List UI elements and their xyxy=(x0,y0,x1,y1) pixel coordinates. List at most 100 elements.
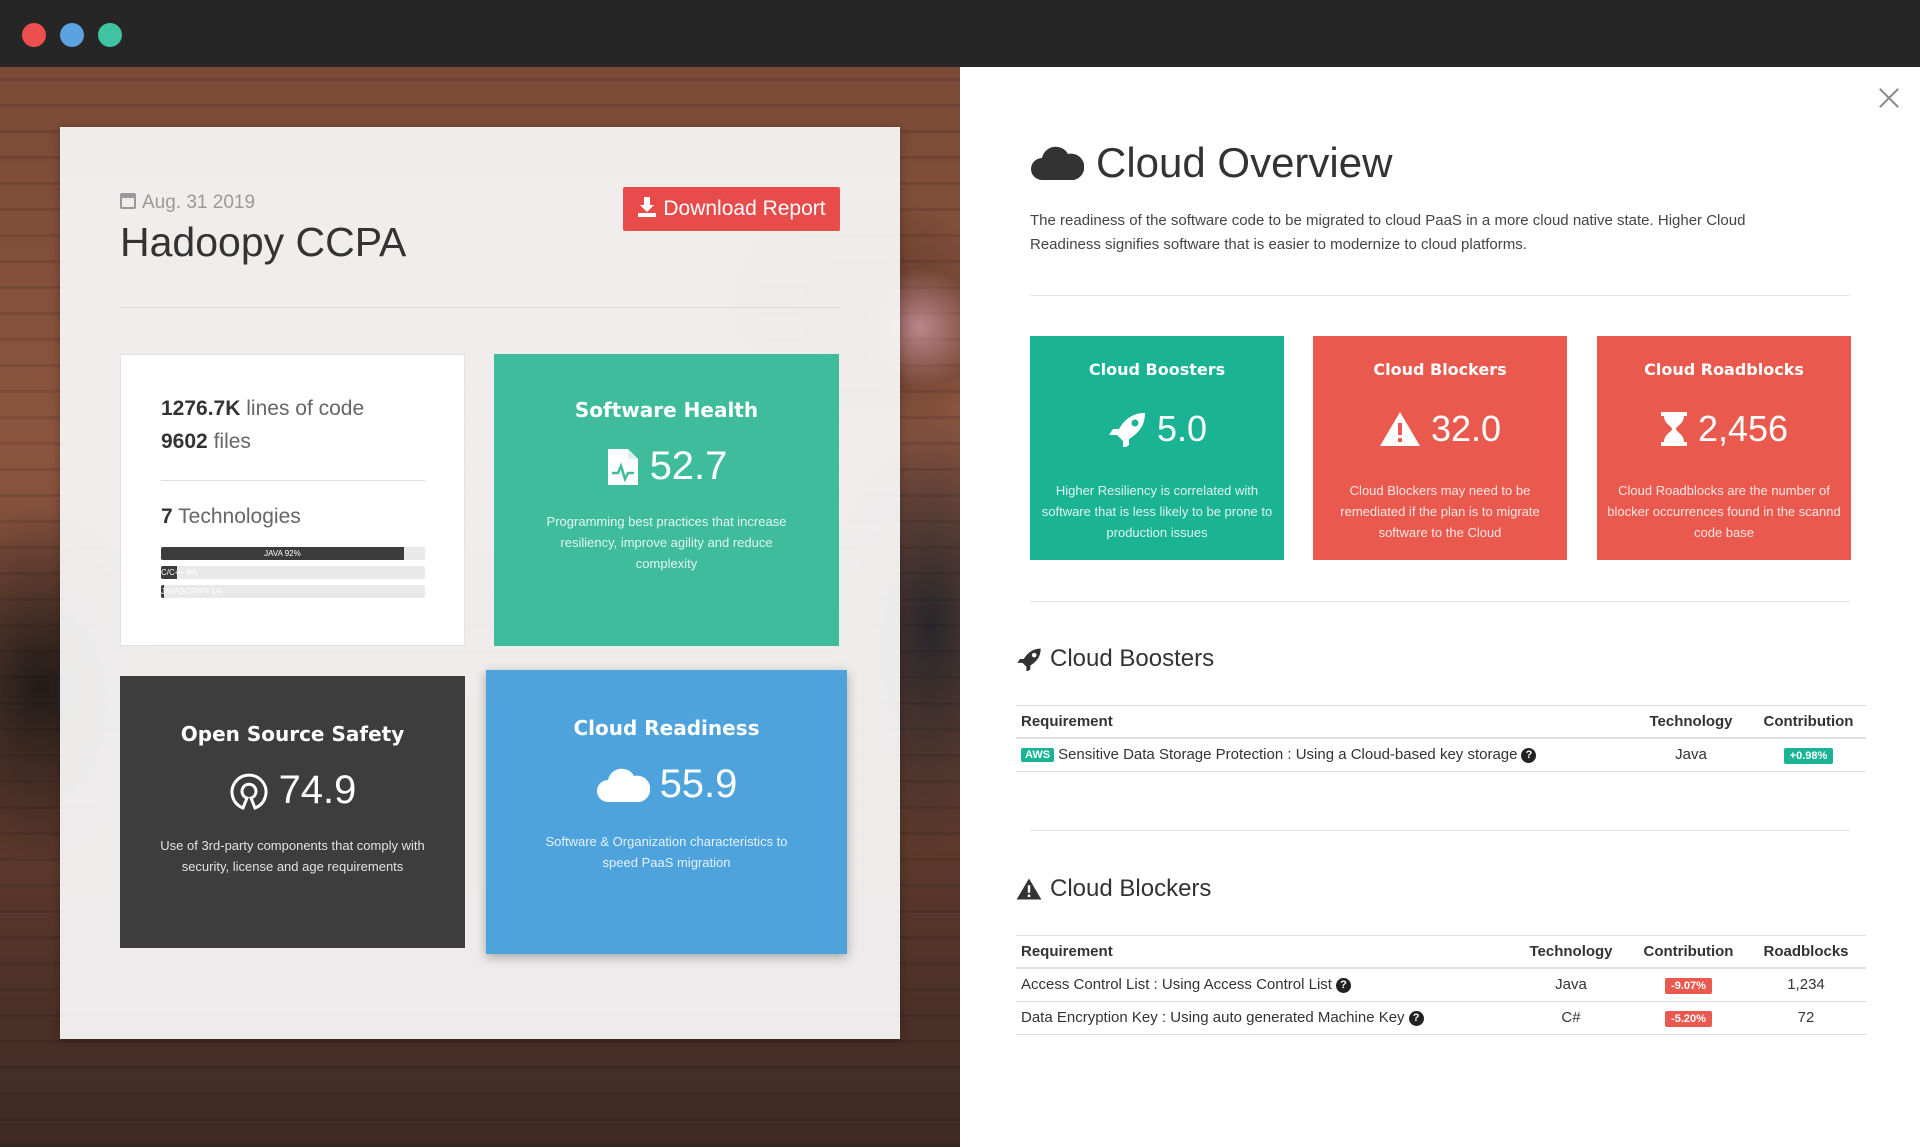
cloud-boosters-card[interactable]: Cloud Boosters 5.0 Higher Resiliency is … xyxy=(1030,336,1284,560)
cloud-blockers-card-description: Cloud Blockers may need to be remediated… xyxy=(1340,483,1540,540)
section-divider xyxy=(1030,830,1850,831)
download-report-button[interactable]: Download Report xyxy=(623,187,840,231)
lines-of-code-value: 1276.7K xyxy=(161,397,241,420)
warning-icon xyxy=(1016,878,1042,900)
technology-bar-cpp: C/C++ 6% xyxy=(161,566,425,579)
cloud-blockers-heading: Cloud Blockers xyxy=(1016,875,1211,903)
column-header-contribution: Contribution xyxy=(1631,935,1746,969)
table-row[interactable]: AWS Sensitive Data Storage Protection : U… xyxy=(1016,738,1866,772)
report-date: Aug. 31 2019 xyxy=(120,192,255,214)
cloud-boosters-card-title: Cloud Boosters xyxy=(1088,360,1226,379)
roadblocks-cell: 72 xyxy=(1746,1001,1866,1035)
roadblocks-cell: 1,234 xyxy=(1746,968,1866,1002)
cloud-roadblocks-card-score: 2,456 xyxy=(1597,408,1851,450)
contribution-badge: -9.07% xyxy=(1665,977,1712,994)
cloud-blockers-card[interactable]: Cloud Blockers 32.0 Cloud Blockers may n… xyxy=(1313,336,1567,560)
cloud-overview-heading: Cloud Overview xyxy=(1030,139,1392,187)
contribution-badge: +0.98% xyxy=(1783,747,1834,764)
aws-badge: AWS xyxy=(1021,748,1055,763)
cloud-readiness-value: 55.9 xyxy=(659,762,738,806)
contribution-badge: -5.20% xyxy=(1665,1010,1712,1027)
requirement-text: Sensitive Data Storage Protection : Usin… xyxy=(1058,746,1518,764)
open-source-safety-tile[interactable]: Open Source Safety 74.9 Use of 3rd-party… xyxy=(120,676,465,948)
open-source-safety-score: 74.9 xyxy=(120,768,465,813)
column-header-roadblocks: Roadblocks xyxy=(1746,935,1866,969)
window-close-button[interactable] xyxy=(22,23,46,47)
cloud-boosters-heading: Cloud Boosters xyxy=(1016,645,1214,673)
software-health-tile[interactable]: Software Health 52.7 Programming best pr… xyxy=(494,354,839,646)
cloud-roadblocks-card-value: 2,456 xyxy=(1697,408,1789,449)
software-health-description: Programming best practices that increase… xyxy=(546,514,787,571)
report-card: Aug. 31 2019 Hadoopy CCPA Download Repor… xyxy=(60,127,900,1039)
technology-bar-fill: JAVA 92% xyxy=(161,547,404,560)
cloud-icon xyxy=(596,768,650,802)
lines-of-code: 1276.7K lines of code xyxy=(161,397,364,421)
window-titlebar xyxy=(0,0,1920,67)
download-icon xyxy=(638,197,657,217)
software-health-score: 52.7 xyxy=(494,444,839,489)
open-source-safety-value: 74.9 xyxy=(278,768,357,812)
cloud-blockers-card-value: 32.0 xyxy=(1430,408,1502,449)
software-health-value: 52.7 xyxy=(649,444,728,488)
column-header-requirement: Requirement xyxy=(1016,935,1511,969)
technology-cell: Java xyxy=(1631,738,1751,772)
software-health-title: Software Health xyxy=(574,398,759,422)
window-zoom-button[interactable] xyxy=(98,23,122,47)
cloud-roadblocks-card[interactable]: Cloud Roadblocks 2,456 Cloud Roadblocks … xyxy=(1597,336,1851,560)
contribution-cell: -9.07% xyxy=(1631,968,1746,1002)
column-header-contribution: Contribution xyxy=(1751,705,1866,739)
rocket-icon xyxy=(1108,413,1145,447)
cloud-overview-title: Cloud Overview xyxy=(1096,139,1393,186)
report-title: Hadoopy CCPA xyxy=(120,219,407,265)
help-icon[interactable]: ? xyxy=(1521,748,1537,764)
cloud-blockers-table: Requirement Technology Contribution Road… xyxy=(1016,935,1866,1035)
lines-of-code-label: lines of code xyxy=(246,397,365,420)
open-source-safety-description: Use of 3rd-party components that comply … xyxy=(160,838,425,874)
contribution-cell: +0.98% xyxy=(1751,738,1866,772)
cloud-icon xyxy=(1031,146,1084,180)
requirement-cell: AWS Sensitive Data Storage Protection : U… xyxy=(1016,738,1631,772)
technology-bar-java: JAVA 92% xyxy=(161,547,425,560)
cloud-boosters-card-value: 5.0 xyxy=(1156,408,1208,449)
files-count-value: 9602 xyxy=(161,430,208,453)
column-header-technology: Technology xyxy=(1631,705,1751,739)
open-source-icon xyxy=(230,773,268,810)
technologies-count-value: 7 xyxy=(161,505,173,528)
technology-bar-javascript: JAVASCRIPT 1% xyxy=(161,585,425,598)
section-divider xyxy=(1030,601,1850,602)
cloud-boosters-table: Requirement Technology Contribution AWS S… xyxy=(1016,705,1866,772)
rocket-icon xyxy=(1017,648,1041,671)
cloud-readiness-score: 55.9 xyxy=(486,762,847,807)
cloud-readiness-title: Cloud Readiness xyxy=(573,716,760,740)
cloud-blockers-card-score: 32.0 xyxy=(1313,408,1567,450)
code-stats-tile: 1276.7K lines of code 9602 files 7 Techn… xyxy=(120,354,465,646)
table-row[interactable]: Access Control List : Using Access Contr… xyxy=(1016,968,1866,1002)
contribution-cell: -5.20% xyxy=(1631,1001,1746,1035)
card-divider xyxy=(120,307,840,308)
cloud-readiness-description: Software & Organization characteristics … xyxy=(545,834,788,870)
window-minimize-button[interactable] xyxy=(60,23,84,47)
cloud-roadblocks-card-description: Cloud Roadblocks are the number of block… xyxy=(1607,483,1841,540)
technology-bar-fill: C/C++ 6% xyxy=(161,566,198,579)
table-row[interactable]: Data Encryption Key : Using auto generat… xyxy=(1016,1001,1866,1035)
file-medical-icon xyxy=(607,448,638,485)
technology-cell: Java xyxy=(1511,968,1631,1002)
section-divider xyxy=(1030,295,1850,296)
files-count: 9602 files xyxy=(161,430,251,454)
report-date-text: Aug. 31 2019 xyxy=(142,192,256,213)
warning-icon xyxy=(1379,412,1420,446)
cloud-roadblocks-card-title: Cloud Roadblocks xyxy=(1644,360,1804,379)
cloud-blockers-heading-text: Cloud Blockers xyxy=(1050,875,1212,902)
help-icon[interactable]: ? xyxy=(1335,978,1351,994)
cloud-overview-panel: Cloud Overview The readiness of the soft… xyxy=(960,67,1920,1147)
requirement-cell: Access Control List : Using Access Contr… xyxy=(1016,968,1511,1002)
calendar-icon xyxy=(120,193,136,209)
requirement-cell: Data Encryption Key : Using auto generat… xyxy=(1016,1001,1511,1035)
cloud-readiness-tile[interactable]: Cloud Readiness 55.9 Software & Organiza… xyxy=(486,670,847,954)
close-icon[interactable] xyxy=(1877,85,1901,109)
help-icon[interactable]: ? xyxy=(1408,1011,1424,1026)
table-header-row: Requirement Technology Contribution Road… xyxy=(1016,935,1866,969)
cloud-boosters-card-score: 5.0 xyxy=(1030,408,1284,450)
hourglass-icon xyxy=(1660,412,1687,446)
requirement-text: Data Encryption Key : Using auto generat… xyxy=(1021,1009,1405,1026)
